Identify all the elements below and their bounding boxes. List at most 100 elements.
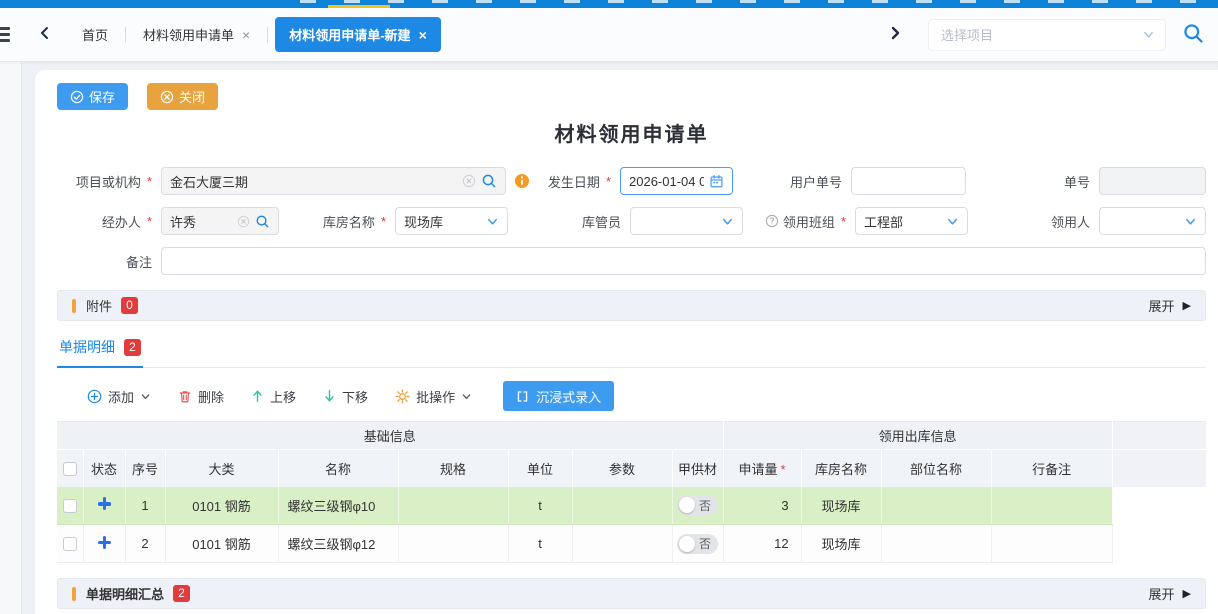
cell-unit[interactable]: t	[508, 487, 572, 525]
add-row-button[interactable]: 添加	[87, 387, 151, 406]
tab-close-icon[interactable]: ×	[242, 28, 250, 42]
handler-label: 经办人	[57, 212, 161, 231]
chevron-down-icon	[721, 215, 734, 228]
info-icon[interactable]	[514, 173, 530, 189]
chevron-down-icon	[1142, 28, 1155, 41]
row-checkbox[interactable]	[63, 499, 77, 513]
row-checkbox[interactable]	[63, 537, 77, 551]
cell-name[interactable]: 螺纹三级钢φ10	[278, 487, 398, 525]
collapsed-sidebar-rail	[0, 62, 22, 614]
cell-category[interactable]: 0101 钢筋	[165, 487, 278, 525]
cell-warehouse[interactable]: 现场库	[801, 525, 881, 563]
form-card: 保存 关闭 材料领用申请单 项目或机构 金石大厦三期	[35, 70, 1218, 614]
tab-0[interactable]: 首页	[72, 18, 118, 51]
cell-remark[interactable]	[991, 487, 1112, 525]
detail-table: 基础信息领用出库信息状态序号大类名称规格单位参数甲供材申请量*库房名称部位名称行…	[57, 421, 1206, 563]
chevron-down-icon	[461, 391, 472, 402]
project-select[interactable]: 选择项目	[928, 19, 1166, 51]
cell-part[interactable]	[881, 487, 991, 525]
move-down-button[interactable]: 下移	[323, 387, 368, 406]
table-header-filler	[1112, 450, 1206, 487]
tab-active[interactable]: 材料领用申请单-新建 ×	[275, 17, 441, 52]
batch-operation-button[interactable]: 批操作	[395, 387, 472, 406]
delete-row-button[interactable]: 删除	[178, 387, 224, 406]
project-value: 金石大厦三期	[170, 172, 457, 191]
cell-param[interactable]	[572, 525, 672, 563]
cell-spec[interactable]	[398, 487, 508, 525]
user-no-label: 用户单号	[733, 172, 851, 191]
lookup-search-icon[interactable]	[255, 214, 270, 229]
calendar-icon[interactable]	[709, 174, 724, 189]
remark-input[interactable]	[161, 247, 1206, 275]
table-group-basic: 基础信息	[57, 422, 723, 450]
tabs-scroll-left-icon[interactable]	[38, 26, 52, 43]
row-new-status-icon[interactable]	[98, 497, 111, 510]
detail-toolbar: 添加 删除 上移 下移 批操作 沉浸式录入	[87, 381, 1206, 411]
detail-tab-label: 单据明细	[59, 337, 115, 357]
hamburger-menu-icon[interactable]	[0, 24, 10, 45]
cell-param[interactable]	[572, 487, 672, 525]
row-new-status-icon[interactable]	[98, 536, 111, 549]
cell-name[interactable]: 螺纹三级钢φ12	[278, 525, 398, 563]
keeper-select[interactable]	[630, 207, 743, 235]
tab-detail-lines[interactable]: 单据明细 2	[57, 337, 143, 368]
clear-icon[interactable]	[462, 174, 476, 188]
warehouse-select[interactable]: 现场库	[395, 207, 508, 235]
select-all-checkbox[interactable]	[63, 462, 77, 476]
chevron-down-icon	[946, 215, 959, 228]
attachments-label: 附件	[86, 296, 112, 315]
tab-1[interactable]: 材料领用申请单×	[133, 18, 260, 51]
handler-value: 许秀	[170, 212, 232, 231]
cell-remark[interactable]	[991, 525, 1112, 563]
close-button[interactable]: 关闭	[147, 83, 218, 110]
keeper-label: 库管员	[508, 212, 630, 231]
tabbar-right: 选择项目	[888, 19, 1218, 51]
cell-qty[interactable]: 12	[723, 525, 801, 563]
project-input[interactable]: 金石大厦三期	[161, 167, 506, 195]
tab-bar: 首页材料领用申请单× 材料领用申请单-新建 × 选择项目	[0, 8, 1218, 62]
user-no-input[interactable]	[851, 167, 966, 195]
cell-part[interactable]	[881, 525, 991, 563]
cell-seq[interactable]: 2	[125, 525, 165, 563]
cell-warehouse[interactable]: 现场库	[801, 487, 881, 525]
move-up-button[interactable]: 上移	[251, 387, 296, 406]
summary-expand-button[interactable]: 展开 ▶	[1149, 584, 1191, 603]
chevron-down-icon	[1184, 215, 1197, 228]
save-button-label: 保存	[89, 87, 115, 106]
save-button[interactable]: 保存	[57, 83, 128, 110]
cell-category[interactable]: 0101 钢筋	[165, 525, 278, 563]
attachments-bar[interactable]: 附件 0 展开 ▶	[57, 290, 1206, 321]
detail-table-wrap: 基础信息领用出库信息状态序号大类名称规格单位参数甲供材申请量*库房名称部位名称行…	[57, 421, 1206, 563]
row-status-cell	[83, 487, 125, 525]
handler-input[interactable]: 许秀	[161, 207, 279, 235]
owner-supplied-toggle[interactable]: 否	[677, 534, 718, 554]
tab-label: 材料领用申请单-新建	[289, 25, 410, 44]
expand-arrow-icon: ▶	[1183, 299, 1191, 312]
tab-close-icon[interactable]: ×	[419, 28, 427, 42]
team-select[interactable]: 工程部	[855, 207, 968, 235]
toggle-knob	[679, 536, 695, 552]
col-header-4: 规格	[398, 450, 508, 487]
immersive-entry-button[interactable]: 沉浸式录入	[503, 381, 614, 411]
section-accent-icon	[72, 587, 76, 601]
clear-icon[interactable]	[237, 215, 250, 228]
toggle-label: 否	[699, 497, 711, 514]
attachments-count-badge: 0	[121, 297, 138, 314]
cell-qty[interactable]: 3	[723, 487, 801, 525]
recipient-select[interactable]	[1099, 207, 1206, 235]
tabs-scroll-right-icon[interactable]	[888, 26, 902, 43]
question-circle-icon[interactable]: ?	[765, 214, 779, 228]
date-input[interactable]: 2026-01-04 0	[620, 167, 733, 195]
lookup-search-icon[interactable]	[481, 173, 497, 189]
team-label-text: 领用班组	[783, 212, 835, 231]
arrow-up-icon	[251, 389, 264, 403]
summary-bar[interactable]: 单据明细汇总 2 展开 ▶	[57, 578, 1206, 609]
menu-text-fragments	[300, 0, 1208, 3]
cell-seq[interactable]: 1	[125, 487, 165, 525]
owner-supplied-toggle[interactable]: 否	[677, 495, 718, 515]
cell-unit[interactable]: t	[508, 525, 572, 563]
cell-spec[interactable]	[398, 525, 508, 563]
attachments-expand-button[interactable]: 展开 ▶	[1149, 296, 1191, 315]
table-group-outbound: 领用出库信息	[723, 422, 1112, 450]
search-icon[interactable]	[1182, 22, 1204, 47]
